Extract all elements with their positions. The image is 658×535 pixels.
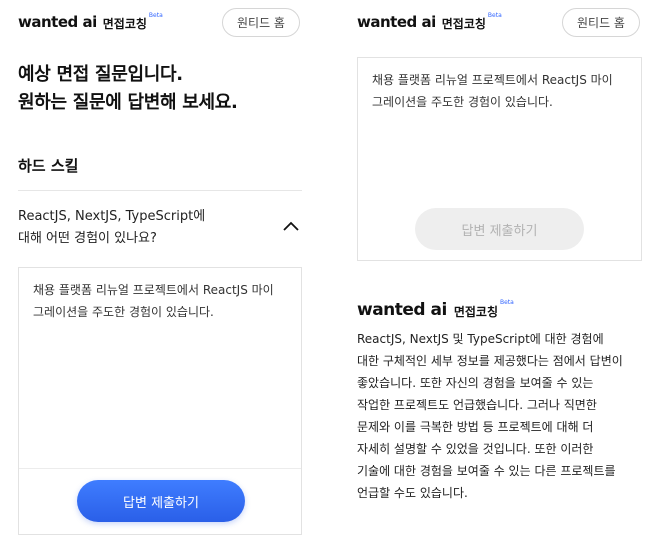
feedback-line: 문제와 이를 극복한 방법 등 프로젝트에 대해 더 xyxy=(357,420,594,434)
answer-text-line-1: 채용 플랫폼 리뉴얼 프로젝트에서 ReactJS 마이 xyxy=(372,73,613,87)
feedback-line: 자세히 설명할 수 있었을 것입니다. 또한 이러한 xyxy=(357,442,594,456)
submit-answer-button[interactable]: 답변 제출하기 xyxy=(77,480,245,522)
feedback-screen: wanted ai 면접코칭 Beta 원티드 홈 채용 플랫폼 리뉴얼 프로젝… xyxy=(340,0,658,535)
wanted-ai-logo[interactable]: wanted ai 면접코칭 Beta xyxy=(18,12,163,32)
beta-badge: Beta xyxy=(487,12,502,19)
feedback-line: ReactJS, NextJS 및 TypeScript에 대한 경험에 xyxy=(357,332,604,346)
beta-badge: Beta xyxy=(500,299,514,306)
section-title-hard-skill: 하드 스킬 xyxy=(18,157,79,175)
answer-text-line-1: 채용 플랫폼 리뉴얼 프로젝트에서 ReactJS 마이 xyxy=(33,283,274,297)
logo-service-name: 면접코칭 xyxy=(453,305,498,319)
beta-badge: Beta xyxy=(148,12,163,19)
feedback-line: 대한 구체적인 세부 정보를 제공했다는 점에서 답변이 xyxy=(357,354,623,368)
ai-feedback-text: ReactJS, NextJS 및 TypeScript에 대한 경험에 대한 … xyxy=(357,328,657,504)
page-title-line-1: 예상 면접 질문입니다. xyxy=(18,64,183,85)
question-screen: wanted ai 면접코칭 Beta 원티드 홈 예상 면접 질문입니다. 원… xyxy=(0,0,320,535)
submit-answer-button-disabled[interactable]: 답변 제출하기 xyxy=(415,208,584,250)
feedback-line: 작업한 프로젝트도 언급했습니다. 그러나 직면한 xyxy=(357,398,597,412)
logo-wordmark: wanted ai xyxy=(18,13,97,31)
page-title-line-2: 원하는 질문에 답변해 보세요. xyxy=(18,92,238,113)
page-title: 예상 면접 질문입니다. 원하는 질문에 답변해 보세요. xyxy=(18,61,238,117)
logo-wordmark: wanted ai xyxy=(357,13,436,31)
answer-text-line-2: 그레이션을 주도한 경험이 있습니다. xyxy=(33,305,214,319)
logo-wordmark: wanted ai xyxy=(357,300,447,320)
wanted-home-button[interactable]: 원티드 홈 xyxy=(562,8,640,37)
wanted-ai-logo[interactable]: wanted ai 면접코칭 Beta xyxy=(357,12,502,32)
feedback-line: 좋았습니다. 또한 자신의 경험을 보여줄 수 있는 xyxy=(357,376,594,390)
feedback-line: 기술에 대한 경험을 보여줄 수 있는 다른 프로젝트를 xyxy=(357,464,616,478)
logo-service-name: 면접코칭 xyxy=(102,17,147,31)
question-text-line-1: ReactJS, NextJS, TypeScript에 xyxy=(18,209,206,224)
feedback-logo: wanted ai 면접코칭 Beta xyxy=(357,299,514,320)
wanted-home-button[interactable]: 원티드 홈 xyxy=(222,8,300,37)
section-divider xyxy=(18,190,302,191)
feedback-line: 언급할 수도 있습니다. xyxy=(357,486,468,500)
answer-text-line-2: 그레이션을 주도한 경험이 있습니다. xyxy=(372,95,553,109)
question-text-line-2: 대해 어떤 경험이 있나요? xyxy=(18,231,157,246)
question-item[interactable]: ReactJS, NextJS, TypeScript에 대해 어떤 경험이 있… xyxy=(18,206,205,250)
answer-box-divider xyxy=(19,468,301,469)
chevron-up-icon[interactable] xyxy=(282,220,300,232)
logo-service-name: 면접코칭 xyxy=(441,17,486,31)
